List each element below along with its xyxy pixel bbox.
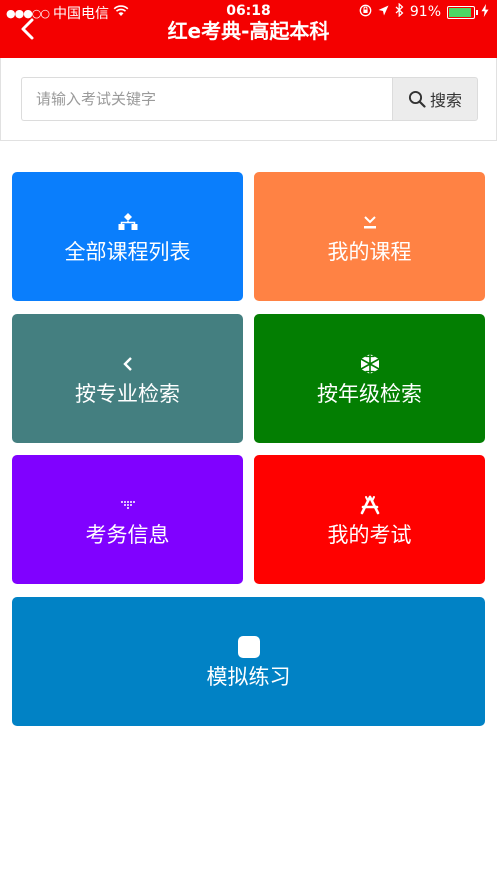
download-icon: [362, 210, 378, 234]
square-icon: [237, 635, 260, 659]
search-input[interactable]: [21, 77, 392, 121]
page-title: 红e考典-高起本科: [167, 19, 330, 43]
app-header: ●●●○○ 中国电信 06:18 91% 红e考典-高起本科: [0, 0, 497, 58]
chevron-left-icon: [121, 352, 135, 376]
tile-mock-practice[interactable]: 模拟练习: [12, 597, 485, 726]
tile-search-by-grade[interactable]: 按年级检索: [254, 314, 485, 443]
search-button[interactable]: 搜索: [392, 77, 478, 121]
tile-exam-info[interactable]: 考务信息: [12, 455, 243, 584]
tile-label: 模拟练习: [206, 665, 291, 689]
dots-icon: [120, 493, 136, 517]
tile-label: 我的考试: [327, 523, 412, 547]
search-icon: [408, 90, 426, 108]
tile-label: 全部课程列表: [64, 240, 191, 264]
tile-all-courses[interactable]: 全部课程列表: [12, 172, 243, 301]
tile-search-by-major[interactable]: 按专业检索: [12, 314, 243, 443]
tile-label: 按年级检索: [317, 382, 422, 406]
tile-my-exams[interactable]: 我的考试: [254, 455, 485, 584]
search-panel: 搜索: [0, 58, 497, 141]
search-button-label: 搜索: [429, 91, 462, 110]
tile-label: 我的课程: [327, 240, 412, 264]
tile-label: 考务信息: [85, 523, 170, 547]
app-store-icon: [358, 493, 382, 517]
cubes-icon: [359, 352, 381, 376]
tile-label: 按专业检索: [75, 382, 180, 406]
tile-my-courses[interactable]: 我的课程: [254, 172, 485, 301]
sitemap-icon: [117, 210, 139, 234]
